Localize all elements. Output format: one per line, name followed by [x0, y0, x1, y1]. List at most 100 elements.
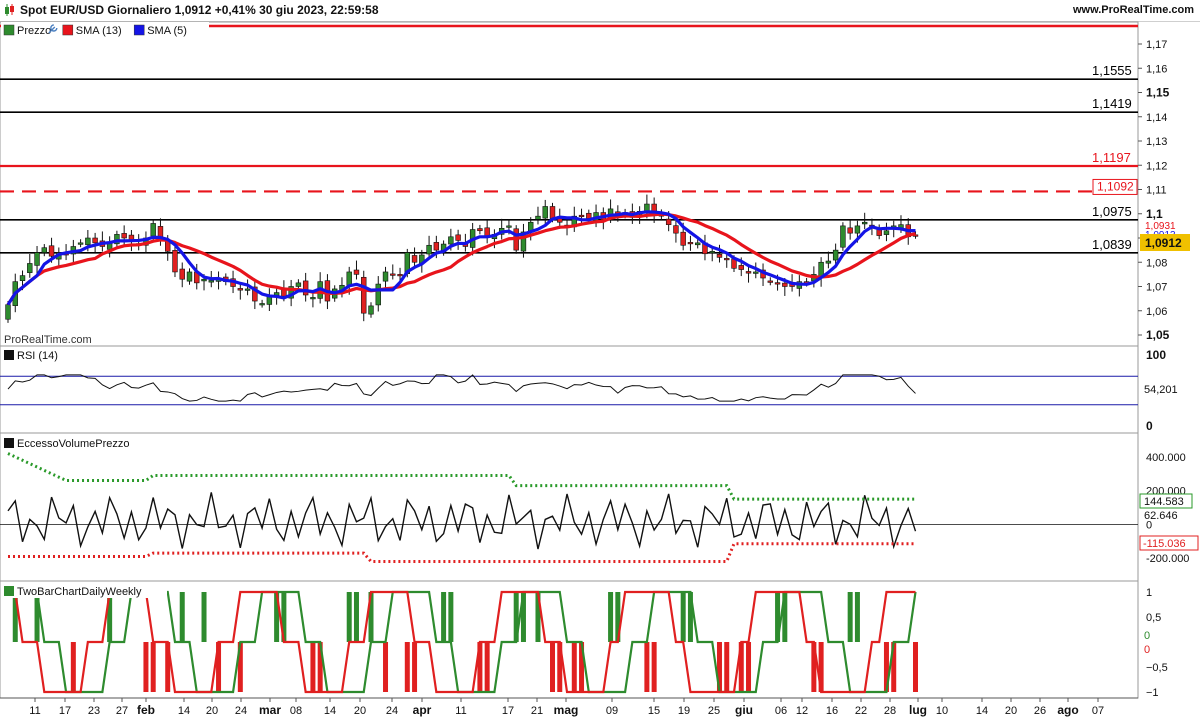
- x-axis-tick-label: 12: [796, 705, 808, 717]
- candle-up: [295, 282, 302, 287]
- twobar-up-bar: [353, 592, 359, 642]
- twobar-up-bar: [448, 592, 454, 642]
- level-label: 1,1197: [1092, 150, 1131, 165]
- candle-up: [753, 271, 759, 274]
- candle-up: [542, 206, 548, 219]
- candle-down: [782, 282, 788, 287]
- twobar-axis-tick-label: −0,5: [1146, 662, 1168, 674]
- x-axis-tick-label: 24: [386, 705, 398, 717]
- candle-up: [310, 297, 316, 300]
- price-panel: [0, 21, 1139, 347]
- candle-down: [687, 242, 694, 245]
- candle-up: [825, 260, 832, 264]
- price-axis-tick-label: 1,08: [1146, 257, 1167, 269]
- twobar-up-bar: [608, 592, 614, 642]
- x-axis-tick-label: 20: [206, 705, 218, 717]
- twobar-down-bar: [70, 642, 76, 692]
- twobar-down-bar: [150, 642, 156, 692]
- x-axis-tick-label: 11: [455, 705, 466, 717]
- candle-up: [85, 237, 91, 246]
- twobar-up-bar: [854, 592, 860, 642]
- candle-up: [426, 244, 432, 255]
- rsi-legend-swatch: [4, 350, 14, 360]
- x-axis-tick-label: 25: [708, 705, 720, 717]
- legend-sma5-label: SMA (5): [147, 25, 187, 37]
- x-axis-tick-label: 17: [59, 705, 71, 717]
- x-axis-tick-label: 08: [290, 705, 302, 717]
- candle-down: [92, 237, 98, 244]
- twobar-axis-tick-label: −1: [1146, 687, 1159, 699]
- candle-down: [361, 276, 367, 314]
- twobar-down-bar: [310, 642, 316, 692]
- candle-up: [186, 271, 193, 282]
- price-axis-tick-label: 1,16: [1146, 63, 1167, 75]
- price-axis-tick-label: 1,1: [1146, 207, 1163, 221]
- x-axis-tick-label: lug: [909, 703, 927, 717]
- twobar-down-bar: [651, 642, 657, 692]
- candle-up: [259, 303, 265, 306]
- price-axis-tick-label: 1,17: [1146, 39, 1167, 51]
- twobar-value-red: 0: [1144, 644, 1150, 656]
- candle-down: [665, 218, 672, 225]
- candle-up: [535, 215, 541, 220]
- twobar-up-bar: [441, 592, 447, 642]
- price-axis-tick-label: 1,13: [1146, 136, 1167, 148]
- level-label: 1,0839: [1092, 237, 1132, 252]
- candle-down: [767, 280, 774, 283]
- twobar-down-bar: [143, 642, 149, 692]
- volume-legend-label: EccessoVolumePrezzo: [17, 438, 130, 450]
- x-axis-tick-label: 20: [1005, 705, 1017, 717]
- twobar-panel: [0, 580, 1139, 699]
- x-axis-tick-label: 15: [648, 705, 660, 717]
- candle-down: [237, 288, 244, 291]
- candle-down: [724, 258, 730, 261]
- candle-up: [208, 280, 214, 283]
- candle-down: [477, 228, 483, 232]
- price-axis-tick-label: 1,12: [1146, 160, 1167, 172]
- rsi-axis-tick-label: 100: [1146, 348, 1166, 362]
- candle-down: [411, 255, 418, 263]
- twobar-down-bar: [412, 642, 418, 692]
- candle-up: [854, 225, 861, 234]
- volume-panel: [0, 432, 1139, 582]
- candle-down: [774, 282, 781, 285]
- candle-down: [716, 253, 723, 258]
- level-label: 1,1419: [1092, 96, 1132, 111]
- candle-up: [41, 247, 48, 253]
- twobar-up-bar: [179, 592, 185, 642]
- x-axis-tick-label: 16: [826, 705, 838, 717]
- price-axis-tick-label: 1,05: [1146, 328, 1170, 342]
- twobar-axis-tick-label: 1: [1146, 587, 1152, 599]
- candle-up: [27, 263, 33, 273]
- x-axis-tick-label: feb: [137, 703, 155, 717]
- volume-upper-value: 144.583: [1144, 496, 1184, 508]
- x-axis-tick-label: mar: [259, 703, 281, 717]
- volume-legend-swatch: [4, 438, 14, 448]
- legend-sma13-swatch: [62, 24, 74, 36]
- x-axis-tick-label: 23: [88, 705, 100, 717]
- chart-canvas: 1,171,161,151,141,131,121,111,11,091,081…: [0, 21, 1199, 717]
- candle-up: [883, 230, 890, 235]
- twobar-up-bar: [847, 592, 853, 642]
- legend-sma5-swatch: [133, 24, 145, 36]
- x-axis-tick-label: 14: [178, 705, 190, 717]
- candle-up: [244, 288, 251, 291]
- candle-up: [34, 252, 40, 266]
- x-axis-tick-label: giu: [735, 703, 753, 717]
- candle-down: [433, 242, 440, 251]
- candle-down: [738, 265, 744, 270]
- x-axis-tick-label: 07: [1092, 705, 1104, 717]
- candle-up: [150, 223, 156, 237]
- price-axis-tick-label: 1,11: [1146, 185, 1167, 197]
- candle-up: [382, 271, 389, 282]
- twobar-legend-label: TwoBarChartDailyWeekly: [17, 586, 142, 598]
- x-axis-tick-label: apr: [413, 703, 432, 717]
- candle-down: [179, 268, 185, 280]
- candle-up: [506, 225, 512, 228]
- price-axis-tick-label: 1,07: [1146, 282, 1167, 294]
- x-axis-tick-label: 10: [936, 705, 948, 717]
- candle-down: [48, 245, 55, 257]
- x-axis-tick-label: mag: [554, 703, 579, 717]
- candle-down: [455, 234, 461, 241]
- twobar-up-bar: [201, 592, 207, 642]
